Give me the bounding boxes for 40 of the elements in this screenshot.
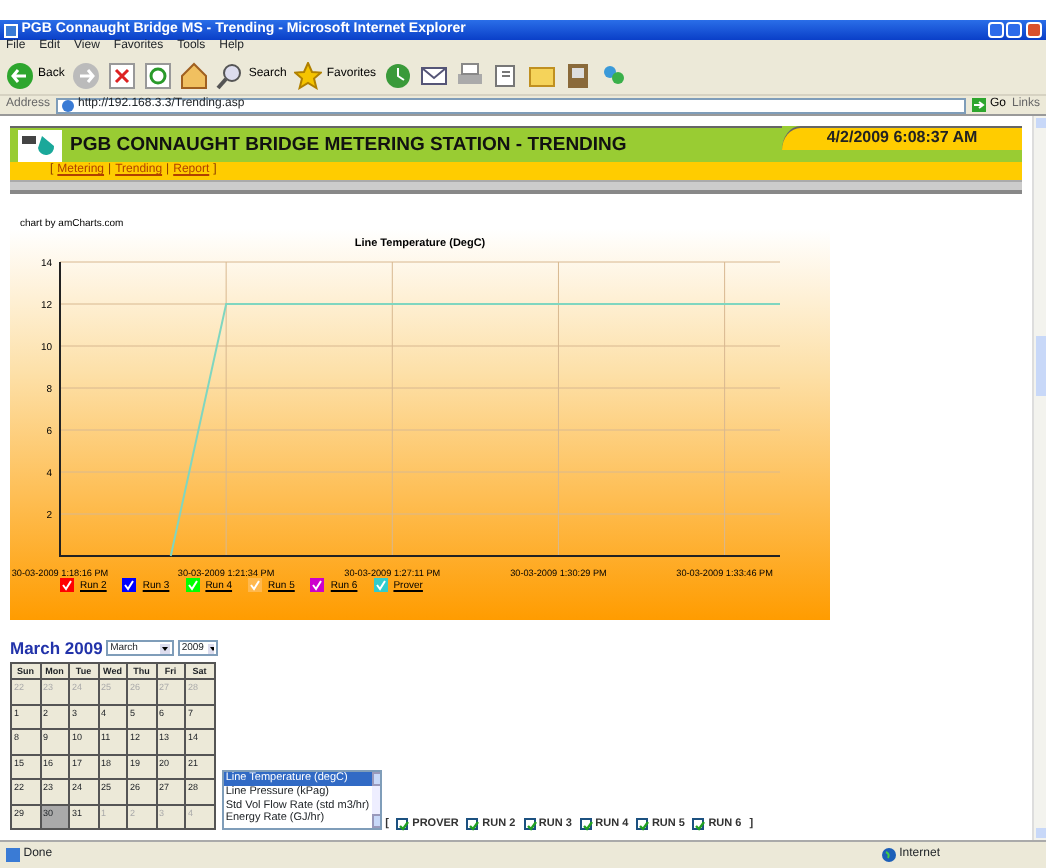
- page-icon: [62, 99, 75, 111]
- checkbox[interactable]: [396, 818, 409, 831]
- ie-page-icon: [4, 23, 18, 37]
- messenger-icon[interactable]: [600, 61, 629, 89]
- checkbox[interactable]: [692, 818, 705, 831]
- minimize-button[interactable]: [987, 22, 1003, 38]
- date-time: 4/2/2009 6:08:37 AM: [826, 128, 978, 148]
- back-arrow-icon: [6, 61, 34, 89]
- dropdown-arrow-icon: [160, 643, 171, 654]
- checkbox[interactable]: [579, 818, 592, 831]
- dropdown-arrow-icon: [207, 643, 214, 654]
- globe-icon: [881, 848, 896, 862]
- history-icon[interactable]: [384, 61, 413, 89]
- legend-checkbox[interactable]: [248, 578, 263, 592]
- checkbox[interactable]: [636, 818, 649, 831]
- legend-checkbox[interactable]: [60, 578, 74, 592]
- edit-icon[interactable]: [492, 61, 521, 89]
- legend-checkbox[interactable]: [310, 578, 325, 592]
- stop-icon[interactable]: [108, 61, 137, 89]
- legend-checkbox[interactable]: [122, 578, 137, 592]
- vertical-scrollbar[interactable]: [1032, 116, 1046, 840]
- home-icon[interactable]: [180, 61, 209, 89]
- calendar-title: March 2009: [10, 638, 103, 659]
- scrollbar-drawing[interactable]: [371, 772, 380, 829]
- checkbox[interactable]: [466, 818, 479, 831]
- mail-icon[interactable]: [420, 61, 449, 89]
- refresh-icon[interactable]: [144, 61, 173, 89]
- folder-icon[interactable]: [528, 61, 557, 89]
- legend-checkbox[interactable]: [185, 578, 200, 592]
- legend-checkbox[interactable]: [373, 578, 388, 592]
- page-icon: [6, 848, 20, 862]
- checkbox[interactable]: [523, 818, 536, 831]
- printer-icon[interactable]: [456, 61, 485, 89]
- maximize-button[interactable]: [1006, 22, 1023, 38]
- logo-icon: [18, 129, 62, 161]
- page-title: PGB CONNAUGHT BRIDGE METERING STATION - TRENDING: [70, 133, 627, 157]
- star-icon: [294, 61, 323, 89]
- search-icon: [216, 61, 245, 89]
- research-icon[interactable]: [564, 61, 593, 89]
- close-button[interactable]: [1026, 22, 1042, 38]
